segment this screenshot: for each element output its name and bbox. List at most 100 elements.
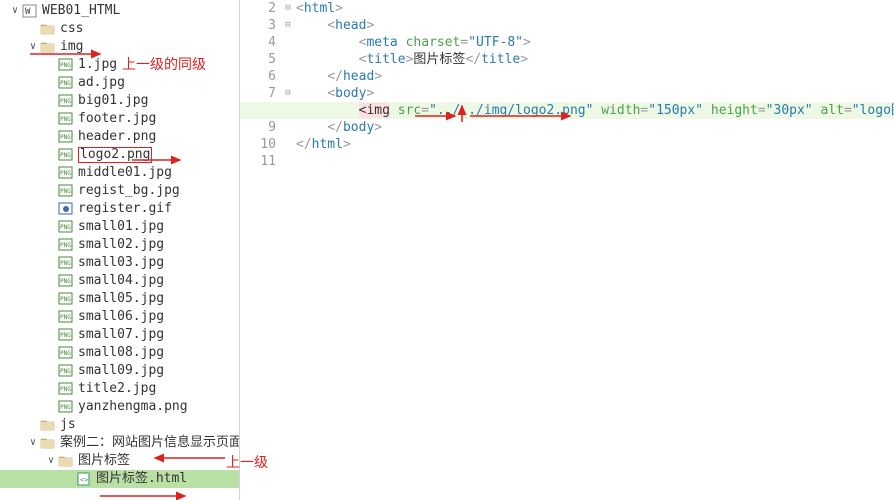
file-small02.jpg[interactable]: PNGsmall02.jpg — [0, 236, 239, 254]
svg-text:W: W — [25, 7, 31, 17]
line-number: 5 — [240, 51, 282, 68]
folder-img[interactable]: ∨ img — [0, 38, 239, 56]
folder-icon — [40, 40, 56, 54]
expand-arrow[interactable]: ∨ — [26, 38, 40, 56]
file-small01.jpg[interactable]: PNG small01.jpg — [0, 218, 239, 236]
expand-arrow[interactable]: ∨ — [8, 2, 22, 20]
tree-item-label: ad.jpg — [78, 74, 125, 92]
tree-item-label: small01.jpg — [78, 218, 164, 236]
line-number: 11 — [240, 153, 282, 170]
svg-text:PNG: PNG — [60, 224, 71, 231]
file-small04.jpg[interactable]: PNGsmall04.jpg — [0, 272, 239, 290]
svg-text:PNG: PNG — [60, 386, 71, 393]
line-number: 10 — [240, 136, 282, 153]
svg-text:PNG: PNG — [60, 98, 71, 105]
folder-icon — [58, 454, 74, 468]
image-file-icon: PNG — [58, 220, 74, 234]
fold-marker[interactable] — [282, 51, 294, 68]
expand-arrow[interactable]: ∨ — [44, 452, 58, 470]
image-file-icon — [58, 202, 74, 216]
image-file-icon: PNG — [58, 400, 74, 414]
image-file-icon: PNG — [58, 184, 74, 198]
image-file-icon: PNG — [58, 364, 74, 378]
tree-item-label: footer.jpg — [78, 110, 156, 128]
image-file-icon: PNG — [58, 328, 74, 342]
fold-marker[interactable] — [282, 34, 294, 51]
tree-item-label: WEB01_HTML — [42, 2, 120, 20]
project-root[interactable]: ∨W WEB01_HTML — [0, 2, 239, 20]
svg-text:PNG: PNG — [60, 260, 71, 267]
file-small09.jpg[interactable]: PNGsmall09.jpg — [0, 362, 239, 380]
line-number: 2 — [240, 0, 282, 17]
file-tree-sidebar[interactable]: ∨WWEB01_HTMLcss∨imgPNG1.jpgPNGad.jpgPNGb… — [0, 0, 240, 500]
tree-item-label: register.gif — [78, 200, 172, 218]
tree-item-label: small03.jpg — [78, 254, 164, 272]
image-file-icon: PNG — [58, 382, 74, 396]
tree-item-label: title2.jpg — [78, 380, 156, 398]
folder-tupian[interactable]: ∨图片标签 — [0, 452, 239, 470]
tree-item-label: middle01.jpg — [78, 164, 172, 182]
fold-marker[interactable]: ⊟ — [282, 0, 294, 17]
fold-marker[interactable]: ⊟ — [282, 17, 294, 34]
line-number: 3 — [240, 17, 282, 34]
tree-item-label: 1.jpg — [78, 56, 117, 74]
file-1.jpg[interactable]: PNG 1.jpg — [0, 56, 239, 74]
code-editor[interactable]: 234567891011 ⊟⊟⊟ <html> <head> <meta cha… — [240, 0, 894, 500]
code-line[interactable]: </html> — [296, 136, 894, 153]
code-line[interactable]: <title>图片标签</title> — [296, 51, 894, 68]
folder-case2[interactable]: ∨案例二：网站图片信息显示页面 — [0, 434, 239, 452]
tree-item-label: img — [60, 38, 83, 56]
file-header.png[interactable]: PNGheader.png — [0, 128, 239, 146]
file-small08.jpg[interactable]: PNG small08.jpg — [0, 344, 239, 362]
svg-text:PNG: PNG — [60, 404, 71, 411]
folder-css[interactable]: css — [0, 20, 239, 38]
expand-arrow[interactable]: ∨ — [26, 434, 40, 452]
code-content[interactable]: <html> <head> <meta charset="UTF-8"> <ti… — [296, 0, 894, 170]
file-small07.jpg[interactable]: PNGsmall07.jpg — [0, 326, 239, 344]
file-footer.jpg[interactable]: PNGfooter.jpg — [0, 110, 239, 128]
file-title2.jpg[interactable]: PNG title2.jpg — [0, 380, 239, 398]
line-number: 7 — [240, 85, 282, 102]
svg-text:PNG: PNG — [60, 350, 71, 357]
file-regist_bg.jpg[interactable]: PNGregist_bg.jpg — [0, 182, 239, 200]
fold-gutter[interactable]: ⊟⊟⊟ — [282, 0, 294, 170]
svg-text:PNG: PNG — [60, 62, 71, 69]
fold-marker[interactable] — [282, 68, 294, 85]
tree-item-label: 图片标签.html — [96, 470, 187, 488]
fold-marker[interactable] — [282, 153, 294, 170]
file-logo2.png[interactable]: PNGlogo2.png — [0, 146, 239, 164]
folder-js[interactable]: js — [0, 416, 239, 434]
file-register.gif[interactable]: register.gif — [0, 200, 239, 218]
file-ad.jpg[interactable]: PNG ad.jpg — [0, 74, 239, 92]
code-line[interactable]: </head> — [296, 68, 894, 85]
file-middle01.jpg[interactable]: PNG middle01.jpg — [0, 164, 239, 182]
image-file-icon: PNG — [58, 166, 74, 180]
fold-marker[interactable] — [282, 136, 294, 153]
file-small05.jpg[interactable]: PNGsmall05.jpg — [0, 290, 239, 308]
svg-text:PNG: PNG — [60, 80, 71, 87]
html-file-icon: <> — [76, 472, 92, 486]
file-current-html[interactable]: <> 图片标签.html — [0, 470, 239, 488]
tree-item-label: small08.jpg — [78, 344, 164, 362]
code-line[interactable]: </body> — [296, 119, 894, 136]
svg-text:PNG: PNG — [60, 170, 71, 177]
tree-item-label: small06.jpg — [78, 308, 164, 326]
image-file-icon: PNG — [58, 76, 74, 90]
tree-item-label: big01.jpg — [78, 92, 148, 110]
code-line[interactable]: <head> — [296, 17, 894, 34]
code-line[interactable]: <html> — [296, 0, 894, 17]
project-icon: W — [22, 4, 38, 18]
code-line[interactable]: <body> — [296, 85, 894, 102]
file-yanzhengma.png[interactable]: PNGyanzhengma.png — [0, 398, 239, 416]
svg-text:PNG: PNG — [60, 278, 71, 285]
line-number: 9 — [240, 119, 282, 136]
code-line[interactable]: <meta charset="UTF-8"> — [296, 34, 894, 51]
image-file-icon: PNG — [58, 238, 74, 252]
fold-marker[interactable] — [282, 119, 294, 136]
file-small06.jpg[interactable]: PNGsmall06.jpg — [0, 308, 239, 326]
file-big01.jpg[interactable]: PNG big01.jpg — [0, 92, 239, 110]
file-small03.jpg[interactable]: PNG small03.jpg — [0, 254, 239, 272]
code-line[interactable] — [296, 153, 894, 170]
code-line[interactable]: <img src="../../img/logo2.png" width="15… — [240, 102, 894, 119]
fold-marker[interactable]: ⊟ — [282, 85, 294, 102]
